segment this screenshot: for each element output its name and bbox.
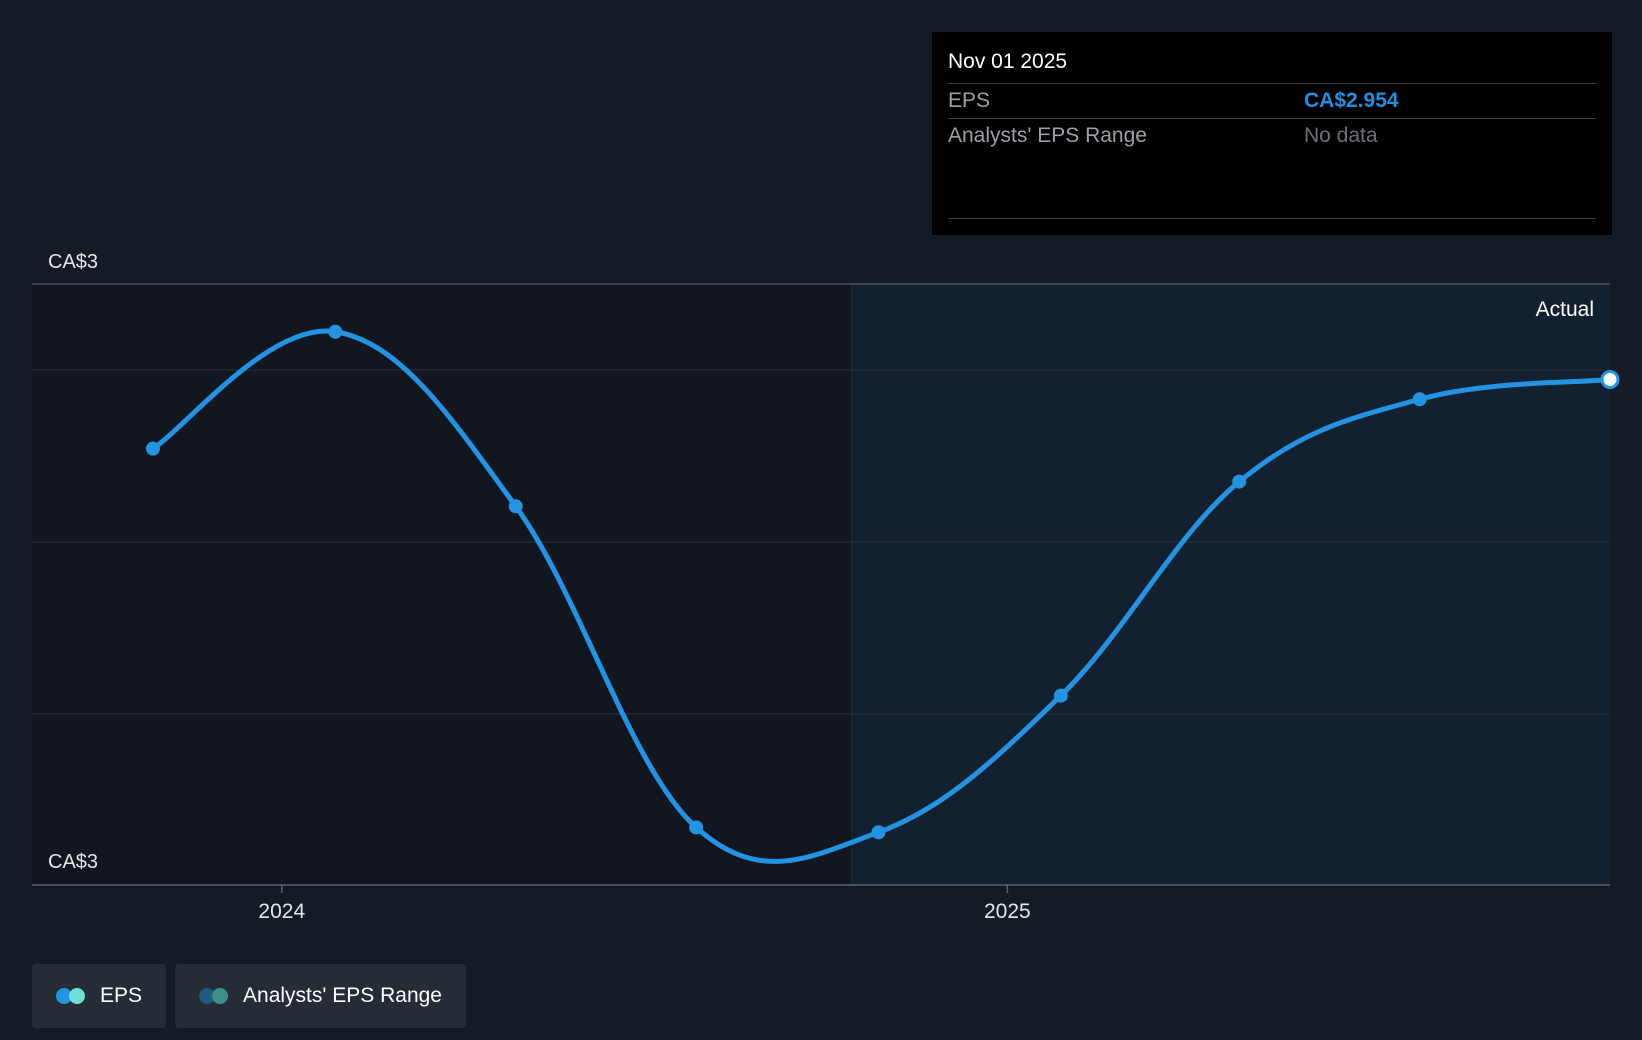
tooltip-divider (948, 218, 1596, 219)
tooltip-eps-value: CA$2.954 (1304, 89, 1399, 112)
tooltip-date: Nov 01 2025 (948, 32, 1596, 84)
eps-point[interactable] (1232, 474, 1247, 489)
tooltip-range-value: No data (1304, 124, 1378, 147)
y-axis-top-label: CA$3 (48, 251, 98, 273)
eps-point[interactable] (871, 825, 886, 840)
x-tick-label: 2024 (258, 900, 305, 923)
past-region (32, 284, 852, 885)
legend-eps-label: EPS (100, 984, 143, 1007)
analysts-range-legend-icon (199, 988, 229, 1004)
eps-point[interactable] (145, 441, 160, 456)
tooltip-row-eps: EPS CA$2.954 (948, 84, 1596, 119)
legend-analysts-range-label: Analysts' EPS Range (243, 984, 442, 1007)
eps-point[interactable] (1412, 392, 1427, 407)
actual-region (852, 284, 1610, 885)
actual-region-label: Actual (1536, 298, 1594, 321)
x-axis-ticks: 2024 2025 (258, 885, 1031, 923)
tooltip-eps-label: EPS (948, 89, 991, 112)
tooltip-range-label: Analysts' EPS Range (948, 124, 1147, 147)
hover-tooltip: Nov 01 2025 EPS CA$2.954 Analysts' EPS R… (932, 32, 1612, 235)
eps-point-latest[interactable] (1600, 370, 1620, 390)
legend-item-analysts-range[interactable]: Analysts' EPS Range (175, 964, 466, 1028)
eps-point[interactable] (328, 324, 343, 339)
x-tick-label: 2025 (984, 900, 1031, 923)
eps-point[interactable] (1053, 688, 1068, 703)
eps-point[interactable] (508, 499, 523, 514)
tooltip-row-range: Analysts' EPS Range No data (948, 119, 1596, 153)
legend-dot-b (212, 988, 229, 1004)
chart-legend: EPS Analysts' EPS Range (32, 964, 466, 1028)
eps-legend-icon (56, 988, 86, 1004)
legend-dot-b (69, 988, 85, 1004)
eps-point[interactable] (689, 820, 704, 835)
y-axis-bottom-label: CA$3 (48, 851, 98, 873)
legend-item-eps[interactable]: EPS (32, 964, 167, 1028)
